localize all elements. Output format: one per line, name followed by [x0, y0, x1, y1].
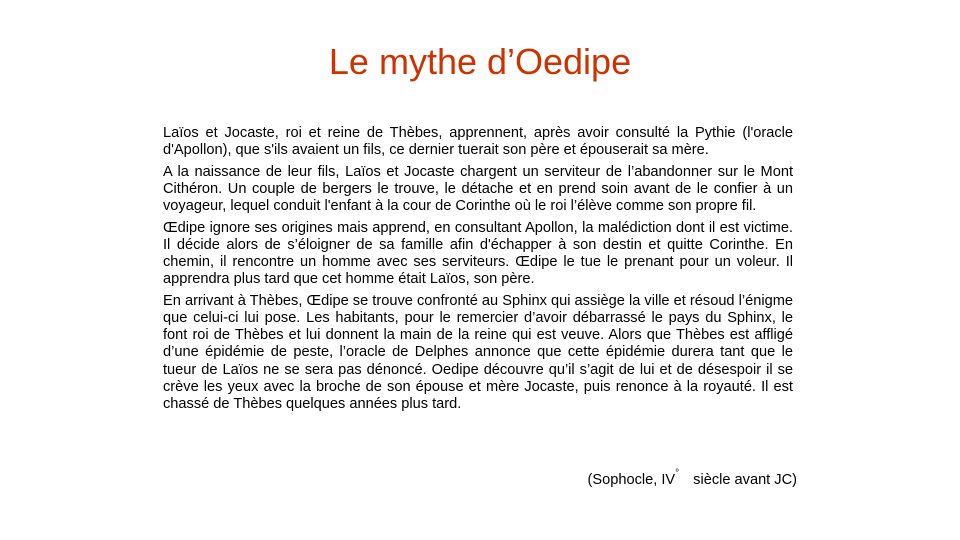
paragraph-3: Œdipe ignore ses origines mais apprend, …	[163, 219, 793, 288]
citation-superscript: °	[675, 468, 680, 479]
slide: Le mythe d’Oedipe Laïos et Jocaste, roi …	[0, 0, 960, 540]
paragraph-4: En arrivant à Thèbes, Œdipe se trouve co…	[163, 292, 793, 412]
paragraph-1: Laïos et Jocaste, roi et reine de Thèbes…	[163, 125, 793, 159]
citation-suffix: siècle avant JC)	[693, 471, 797, 488]
slide-title: Le mythe d’Oedipe	[328, 41, 632, 82]
paragraph-2: A la naissance de leur fils, Laïos et Jo…	[163, 163, 793, 215]
citation: (Sophocle, IV° siècle avant JC)	[163, 467, 797, 489]
slide-body-text: Laïos et Jocaste, roi et reine de Thèbes…	[163, 125, 793, 417]
citation-prefix: (Sophocle, IV	[587, 471, 676, 488]
